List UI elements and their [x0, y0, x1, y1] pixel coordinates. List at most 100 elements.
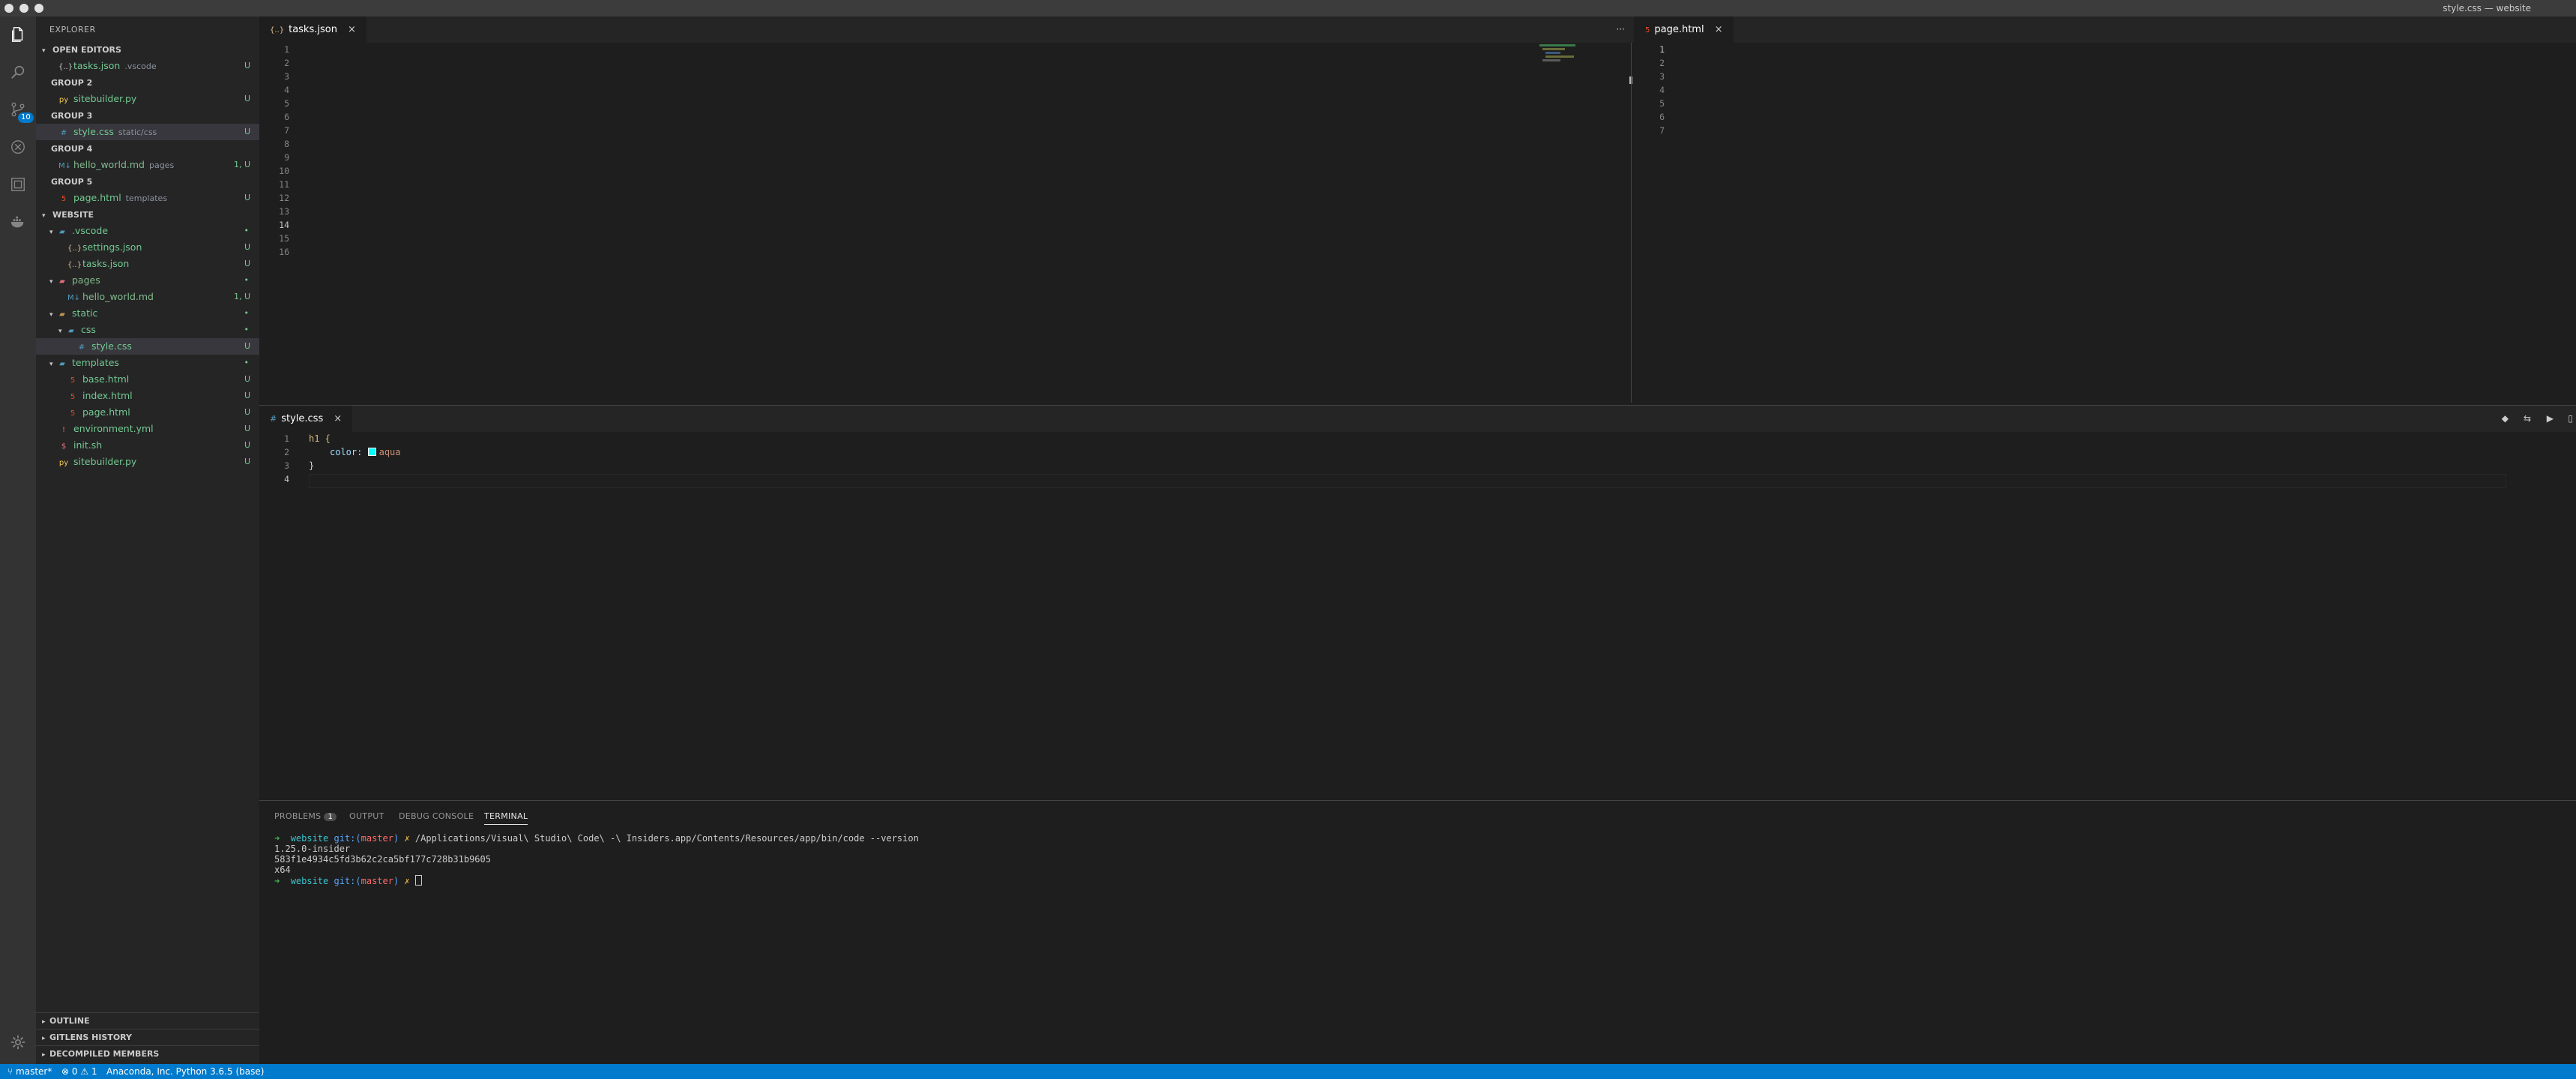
line-number: 2	[1659, 58, 1665, 68]
terminal-prompt[interactable]: ➜ website git:(master) ✗	[274, 875, 422, 886]
line-number: 5	[284, 98, 289, 109]
open-editor-item[interactable]: 5 page.html templates U	[36, 190, 259, 206]
debug-icon[interactable]	[0, 129, 36, 165]
open-editor-item[interactable]: {..}tasks.json .vscode U	[36, 58, 259, 74]
line-number: 9	[284, 152, 289, 163]
problems-badge: 1	[324, 813, 337, 821]
run-icon[interactable]: ▶	[2547, 413, 2554, 424]
tree-folder-css[interactable]: ▾ ▰ css •	[36, 322, 259, 338]
tab-problems[interactable]: PROBLEMS 1	[274, 811, 337, 821]
split-editor-icon[interactable]: ▯	[2568, 413, 2573, 424]
editor2-tab-bar: 5 page.html ×	[1635, 16, 2576, 43]
docker-icon[interactable]	[0, 204, 36, 240]
editor1-area[interactable]: 1 2 3 4 5 6 7 8 9 10 11 12 13 14 15 16	[259, 43, 1634, 403]
tree-folder-templates[interactable]: ▾ ▰ templates •	[36, 355, 259, 371]
chevron-down-icon: ▾	[49, 361, 53, 368]
tree-item[interactable]: {..}tasks.json U	[36, 256, 259, 272]
tree-item[interactable]: M↓ hello_world.md 1, U	[36, 289, 259, 305]
warning-icon: ⚠	[80, 1066, 89, 1077]
json-file-icon: {..}	[67, 261, 82, 269]
sidebar-title: EXPLORER	[49, 25, 96, 34]
line-number: 1	[1659, 44, 1665, 55]
tree-item[interactable]: 5 page.html U	[36, 404, 259, 421]
chevron-down-icon: ▾	[42, 212, 46, 220]
tree-folder-static[interactable]: ▾ ▰ static •	[36, 305, 259, 322]
line-number: 6	[1659, 112, 1665, 122]
tab-tasks-json[interactable]: {..} tasks.json ×	[259, 16, 367, 43]
branch-indicator[interactable]: ⑂ master*	[7, 1064, 52, 1079]
line-number: 16	[279, 247, 289, 257]
tree-folder-pages[interactable]: ▾ ▰ pages •	[36, 272, 259, 289]
tab-page-html[interactable]: 5 page.html ×	[1635, 16, 1734, 43]
gear-icon[interactable]	[0, 1024, 36, 1060]
open-changes-icon[interactable]: ◆	[2502, 413, 2509, 424]
tree-item[interactable]: {..}settings.json U	[36, 239, 259, 256]
json-file-icon: {..}	[58, 63, 73, 71]
tree-item[interactable]: 5 base.html U	[36, 371, 259, 388]
editor3-area[interactable]: 1 2 3 4 h1 { color: aqua }	[259, 432, 2576, 799]
tab-debug-console[interactable]: DEBUG CONSOLE	[399, 811, 474, 821]
editor-group-label: GROUP 5	[51, 177, 93, 187]
tree-item[interactable]: $ init.sh U	[36, 437, 259, 454]
css-file-icon: #	[270, 414, 277, 424]
editor-group-label: GROUP 4	[51, 144, 93, 154]
editor3-tab-bar: # style.css × ◆ ⇆ ▶ ▯	[259, 405, 2576, 432]
editor-split-divider[interactable]	[1631, 43, 1632, 403]
html-file-icon: 5	[61, 195, 67, 203]
code-line-1: h1 {	[309, 433, 331, 444]
scm-badge: 10	[18, 112, 34, 123]
python-interpreter[interactable]: Anaconda, Inc. Python 3.6.5 (base)	[106, 1064, 264, 1079]
python-file-icon: py	[58, 96, 69, 104]
tree-item[interactable]: ! environment.yml U	[36, 421, 259, 437]
zoom-window-button[interactable]	[34, 4, 43, 13]
folder-icon: ▰	[59, 360, 65, 368]
problems-indicator[interactable]: ⊗ 0 ⚠ 1	[61, 1064, 97, 1079]
chevron-down-icon: ▾	[42, 47, 46, 55]
open-editor-item[interactable]: # style.css static/css U	[36, 124, 259, 140]
minimize-window-button[interactable]	[19, 4, 28, 13]
editor1-tab-bar: {..} tasks.json × ···	[259, 16, 1634, 43]
line-number: 5	[1659, 98, 1665, 109]
open-editor-item[interactable]: py sitebuilder.py U	[36, 91, 259, 107]
tree-folder-vscode[interactable]: ▾ ▰ .vscode •	[36, 223, 259, 239]
yaml-file-icon: !	[61, 426, 65, 434]
minimap[interactable]	[1539, 44, 1584, 67]
close-window-button[interactable]	[4, 4, 13, 13]
line-number: 4	[284, 85, 289, 95]
color-swatch[interactable]	[367, 448, 376, 456]
close-icon[interactable]: ×	[334, 413, 342, 424]
tab-output[interactable]: OUTPUT	[349, 811, 384, 821]
line-number: 6	[284, 112, 289, 122]
tree-item[interactable]: 5 index.html U	[36, 388, 259, 404]
folder-icon: ▰	[59, 277, 65, 286]
open-editors-header[interactable]: ▾ OPEN EDITORS	[36, 41, 259, 58]
gitlens-history-section[interactable]: ▸ GITLENS HISTORY	[36, 1029, 259, 1046]
current-line-highlight	[309, 474, 2506, 488]
line-number: 10	[279, 166, 289, 176]
extensions-icon[interactable]	[0, 166, 36, 202]
line-number: 4	[1659, 85, 1665, 95]
branch-icon: ⑂	[7, 1066, 13, 1077]
close-icon[interactable]: ×	[348, 24, 356, 35]
folder-icon: ▰	[68, 327, 74, 335]
explorer-icon[interactable]	[0, 16, 36, 52]
line-number: 1	[284, 44, 289, 55]
search-icon[interactable]	[0, 54, 36, 90]
tab-terminal[interactable]: TERMINAL	[484, 811, 528, 825]
source-control-icon[interactable]: 10	[0, 91, 36, 127]
compare-icon[interactable]: ⇆	[2524, 413, 2531, 424]
tree-item[interactable]: py sitebuilder.py U	[36, 454, 259, 470]
chevron-down-icon: ▾	[58, 328, 62, 335]
folder-icon: ▰	[59, 310, 65, 319]
decompiled-members-section[interactable]: ▸ DECOMPILED MEMBERS	[36, 1045, 259, 1063]
tab-style-css[interactable]: # style.css ×	[259, 406, 353, 432]
editor2-area[interactable]: 1 2 3 4 5 6 7	[1635, 43, 2576, 403]
close-icon[interactable]: ×	[1715, 24, 1723, 35]
code-line-3: }	[309, 460, 315, 471]
tree-item[interactable]: # style.css U	[36, 338, 259, 355]
more-actions-icon[interactable]: ···	[1617, 16, 1625, 43]
line-number: 14	[279, 220, 289, 230]
open-editor-item[interactable]: M↓ hello_world.md pages 1, U	[36, 157, 259, 173]
outline-section[interactable]: ▸ OUTLINE	[36, 1012, 259, 1030]
website-header[interactable]: ▾ WEBSITE	[36, 206, 259, 223]
